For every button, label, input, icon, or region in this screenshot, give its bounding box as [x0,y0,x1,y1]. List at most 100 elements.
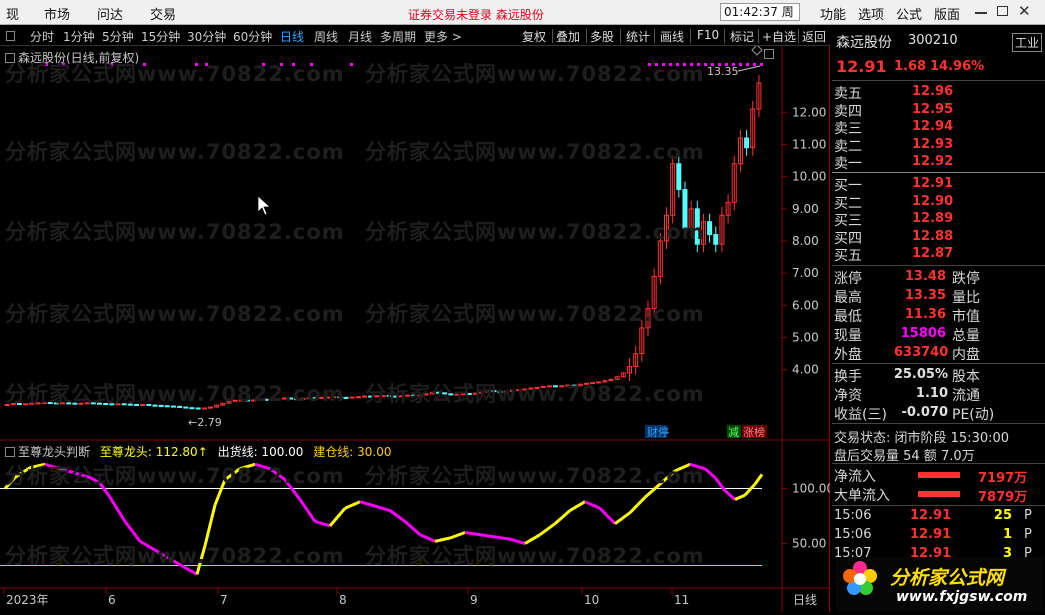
period-multi[interactable]: 多周期 [380,28,416,45]
tool-draw[interactable]: 画线 [660,28,684,45]
period-week[interactable]: 周线 [314,28,338,45]
minimize-icon[interactable] [975,12,987,14]
indicator-segment [336,511,343,519]
sector-tag[interactable]: 工业 [1012,33,1043,52]
toolbar-divider [758,29,759,43]
price-tick-label: 11.00 [792,137,826,151]
indicator-segment [636,500,643,507]
stat-value: 11.36 [904,307,946,322]
indicator-segment [419,533,425,538]
indicator-segment [602,511,609,518]
indicator-segment [123,520,130,528]
tick-volume: 1 [1002,527,1012,542]
stock-header: 森远股份(日线,前复权) [5,49,139,66]
stat-value: 13.48 [904,269,946,284]
indicator-segment [468,531,473,536]
signal-dot [746,63,749,66]
divider [832,80,1045,81]
tool-fuquan[interactable]: 复权 [522,28,546,45]
indicator-value-main: 至尊龙头: 112.80↑ [99,445,208,459]
menu-item-layout[interactable]: 版面 [934,4,960,23]
stat-value: 15806 [900,326,946,341]
indicator-segment [328,520,335,527]
indicator-segment [411,526,418,533]
date-tick-label: 2023年 [6,593,49,607]
menu-item-wenda[interactable]: 问达 [97,4,123,23]
indicator-segment [743,490,750,497]
watermark: 分析家公式网www.70822.com [5,220,345,244]
tool-multi[interactable]: 多股 [590,28,614,45]
period-15min[interactable]: 15分钟 [141,28,180,45]
close-icon[interactable]: ✕ [1018,2,1031,20]
menu-item-options[interactable]: 选项 [858,4,884,23]
price-tick-label: 10.00 [792,170,826,184]
menu-item-trade[interactable]: 交易 [150,4,176,23]
period-60min[interactable]: 60分钟 [233,28,272,45]
stat-label: PE(动) [952,407,995,423]
period-5min[interactable]: 5分钟 [102,28,134,45]
indicator-segment [554,519,560,525]
menu-item-now[interactable]: 现 [6,4,19,23]
price-tick-label: 12.00 [792,105,826,119]
stat-label: 量比 [952,290,980,306]
chart-toggle-icon[interactable] [5,53,15,63]
indicator-segment [302,504,309,512]
indicator-segment [322,522,327,527]
indicator-segment [610,518,617,525]
tick-volume: 25 [993,508,1012,523]
chart-area[interactable]: 12.00 11.00 10.00 9.00 8.00 7.00 6.00 5.00 4.00 1… [0,46,830,612]
indicator-segment [213,496,220,506]
menu-item-function[interactable]: 功能 [820,4,846,23]
order-price: 12.95 [912,101,954,117]
period-fenshi[interactable]: 分时 [30,28,54,45]
tool-back[interactable]: 返回 [802,28,826,45]
quote-change: 1.68 [894,59,927,74]
tick-time: 15:06 [834,508,872,523]
price-tick-label: 9.00 [792,202,819,216]
toolbar-divider [620,29,621,43]
indicator-name[interactable]: 至尊龙头判断 [18,445,90,459]
high-annotation: 13.35 [707,65,739,78]
period-month[interactable]: 月线 [348,28,372,45]
tool-overlay[interactable]: 叠加 [556,28,580,45]
expand-icon[interactable] [764,49,774,59]
candle [707,221,713,236]
candle [201,407,207,410]
order-price: 12.91 [912,176,954,191]
tick-price: 12.91 [910,508,952,523]
maximize-icon[interactable] [997,6,1008,16]
menu-item-formula[interactable]: 公式 [896,4,922,23]
period-day[interactable]: 日线 [280,28,304,45]
stat-value: -0.070 [901,405,948,420]
watermark: 分析家公式网www.70822.com [365,220,705,244]
indicator-segment [724,489,730,495]
indicator-segment [730,495,736,501]
tool-f10[interactable]: F10 [697,28,719,42]
flow-label: 净流入 [834,469,876,485]
indicator-segment [750,483,757,489]
indicator-segment [479,533,484,537]
indicator-toggle-icon[interactable] [5,447,15,457]
period-30min[interactable]: 30分钟 [187,28,226,45]
indicator-segment [487,534,492,538]
indicator-segment [460,531,466,536]
ind-tick-label: 100.00 [792,482,830,496]
quote-stock-code: 300210 [908,33,958,48]
indicator-segment [569,507,575,512]
tool-mark[interactable]: 标记 [730,28,754,45]
kline-chart[interactable]: 12.00 11.00 10.00 9.00 8.00 7.00 6.00 5.00 4.00 1… [0,46,830,612]
indicator-segment [707,470,713,476]
menu-item-market[interactable]: 市场 [44,4,70,23]
tool-add-watch[interactable]: +自选 [762,28,796,45]
period-more[interactable]: 更多 > [424,28,462,45]
login-notice[interactable]: 证券交易未登录 森远股份 [408,6,544,23]
period-1min[interactable]: 1分钟 [63,28,95,45]
indicator-segment [423,534,429,540]
date-tick-label: 9 [470,593,478,607]
panel-toggle-icon[interactable] [6,31,15,41]
tool-stats[interactable]: 统计 [626,28,650,45]
indicator-segment [449,535,455,540]
indicator-segment [640,496,647,503]
indicator-segment [753,478,760,485]
watermark: 分析家公式网www.70822.com [5,544,345,568]
